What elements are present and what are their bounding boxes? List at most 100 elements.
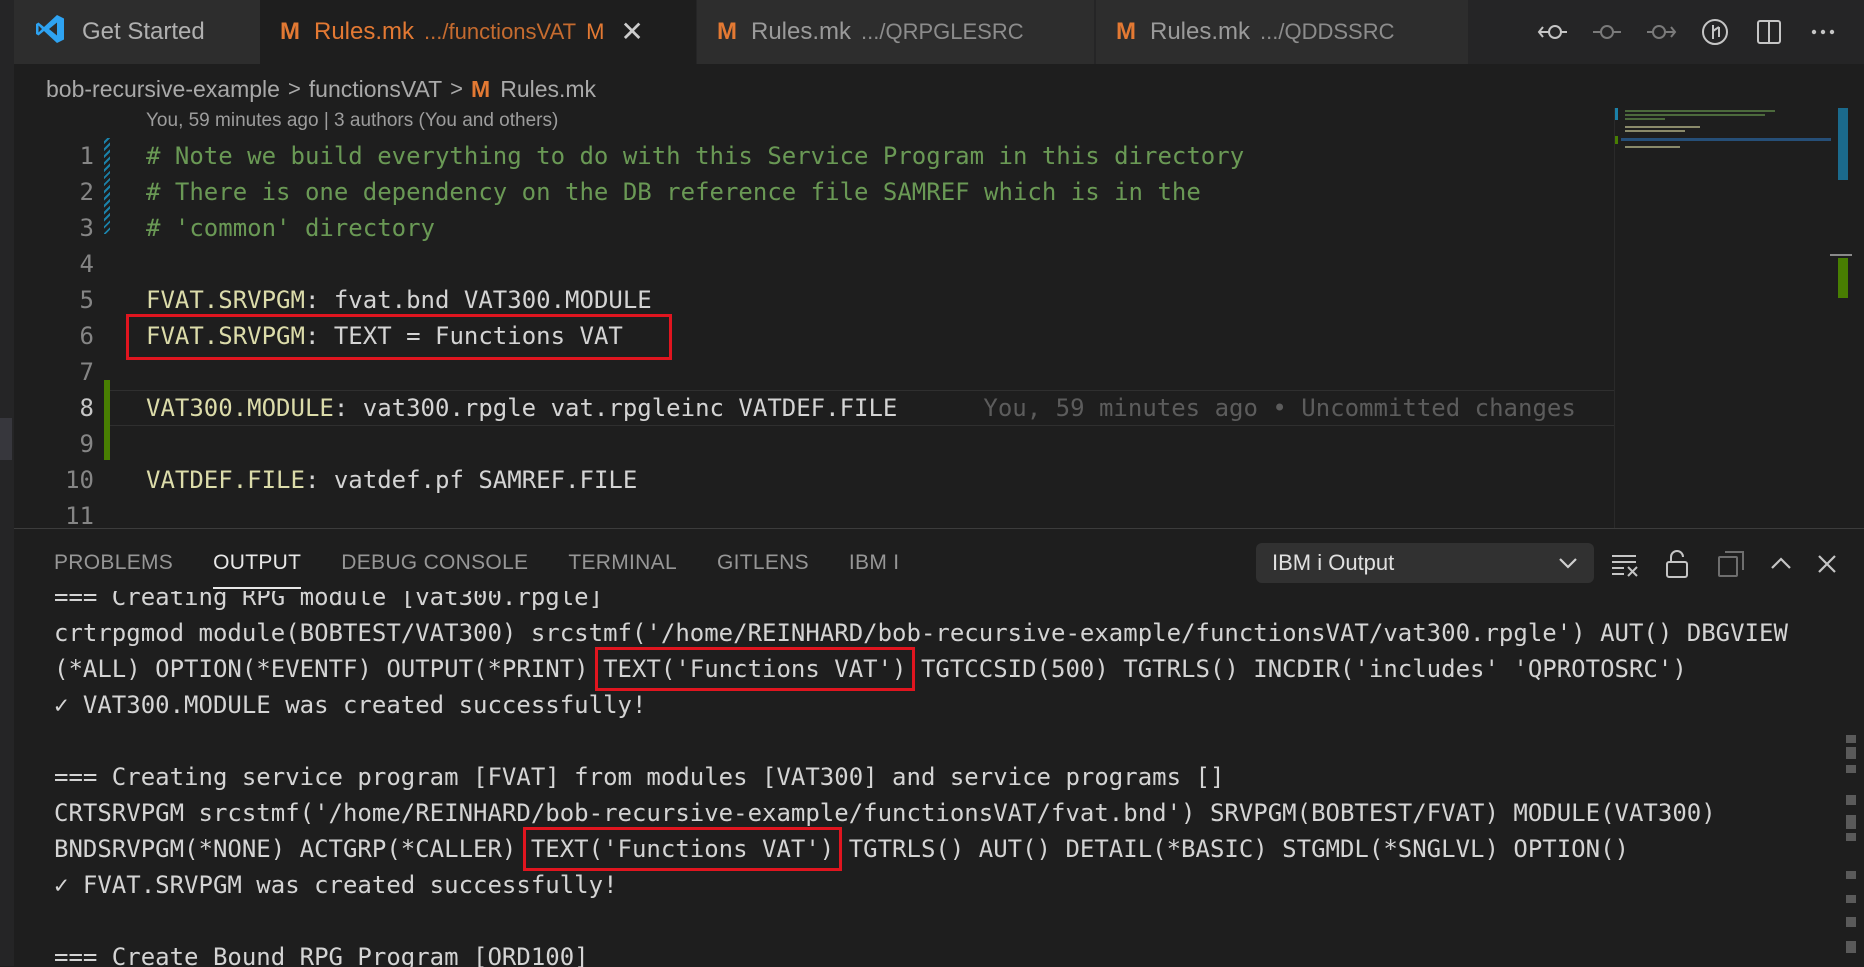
editor-actions <box>1536 0 1840 64</box>
codelens-blame[interactable]: You, 59 minutes ago | 3 authors (You and… <box>146 110 558 132</box>
chevron-right-icon: > <box>287 76 301 101</box>
tab-debug-console[interactable]: DEBUG CONSOLE <box>341 551 528 575</box>
tab-label: Rules.mk <box>751 18 852 45</box>
highlight-box <box>522 827 843 871</box>
output-line: === Create Bound RPG Program [ORD100] <box>54 943 589 967</box>
output-channel-select[interactable]: IBM i Output <box>1256 543 1594 583</box>
chevron-down-icon <box>1556 551 1580 581</box>
split-editor-icon[interactable] <box>1752 15 1786 49</box>
code-line[interactable]: 3 # 'common' directory <box>14 210 1614 246</box>
editor-tab-bar: Get Started M Rules.mk .../functionsVAT … <box>14 0 1864 64</box>
git-compare-icon[interactable] <box>1698 15 1732 49</box>
tab-label: Rules.mk <box>314 18 415 45</box>
inline-blame: You, 59 minutes ago • Uncommitted change… <box>983 394 1576 422</box>
code-line[interactable]: 9 <box>14 426 1614 462</box>
output-channel-value: IBM i Output <box>1272 550 1395 575</box>
makefile-icon: M <box>1116 18 1136 45</box>
vscode-logo-icon <box>34 13 66 52</box>
editor-scrollbar[interactable] <box>1830 108 1852 528</box>
output-line: crtrpgmod module(BOBTEST/VAT300) srcstmf… <box>54 619 1788 647</box>
code-editor[interactable]: 1 # Note we build everything to do with t… <box>14 138 1614 528</box>
code-token: VAT300.MODULE <box>146 394 334 422</box>
code-line[interactable]: 2 # There is one dependency on the DB ref… <box>14 174 1614 210</box>
minimap[interactable] <box>1614 108 1845 528</box>
activity-bar-indicator <box>0 418 12 460</box>
makefile-icon: M <box>471 75 491 102</box>
clear-output-icon[interactable] <box>1608 547 1642 581</box>
code-token: # 'common' directory <box>146 214 435 242</box>
line-content: # Note we build everything to do with th… <box>146 138 1244 174</box>
tab-output[interactable]: OUTPUT <box>213 551 302 589</box>
line-content: # There is one dependency on the DB refe… <box>146 174 1201 210</box>
tab-ibm-i[interactable]: IBM I <box>849 551 900 575</box>
tab-rules-functionsvat[interactable]: M Rules.mk .../functionsVAT M ✕ <box>260 0 696 64</box>
output-scrollbar[interactable] <box>1844 619 1858 953</box>
output-line: === Creating service program [FVAT] from… <box>54 763 1225 791</box>
line-number: 6 <box>79 322 94 350</box>
line-number: 11 <box>65 502 94 528</box>
output-line: === Creating RPG module [vat300.rpgle] <box>54 591 604 611</box>
close-icon[interactable]: ✕ <box>620 18 643 46</box>
breadcrumb-item-folder[interactable]: functionsVAT <box>309 76 442 103</box>
code-token: : vatdef.pf SAMREF.FILE <box>304 466 638 494</box>
code-token: # Note we build everything to do with th… <box>146 142 1245 170</box>
tab-label: Get Started <box>82 18 205 45</box>
line-number: 4 <box>79 250 94 278</box>
close-panel-icon[interactable] <box>1810 547 1844 581</box>
line-content: VAT300.MODULE: vat300.rpgle vat.rpgleinc… <box>146 390 1576 426</box>
tab-path: .../QRPGLESRC <box>861 19 1024 44</box>
code-line[interactable]: 4 <box>14 246 1614 282</box>
breadcrumb-item-root[interactable]: bob-recursive-example <box>46 76 280 103</box>
tab-path: .../QDDSSRC <box>1260 19 1395 44</box>
tab-rules-qddssrc[interactable]: M Rules.mk .../QDDSSRC <box>1096 0 1468 64</box>
line-number: 8 <box>79 394 94 422</box>
line-number: 3 <box>79 214 94 242</box>
highlight-box <box>126 314 672 360</box>
line-number: 2 <box>79 178 94 206</box>
tab-label: Rules.mk <box>1150 18 1251 45</box>
gutter-added-indicator[interactable] <box>104 380 110 460</box>
timeline-icon[interactable] <box>1590 15 1624 49</box>
breadcrumb-item-file[interactable]: Rules.mk <box>500 76 596 103</box>
tab-rules-qrpglesrc[interactable]: M Rules.mk .../QRPGLESRC <box>696 0 1094 64</box>
maximize-panel-icon[interactable] <box>1764 547 1798 581</box>
code-token: # There is one dependency on the DB refe… <box>146 178 1201 206</box>
code-token: VATDEF.FILE <box>146 466 305 494</box>
line-number: 9 <box>79 430 94 458</box>
makefile-icon: M <box>280 18 300 45</box>
line-number: 1 <box>79 142 94 170</box>
line-content: FVAT.SRVPGM: fvat.bnd VAT300.MODULE <box>146 282 652 318</box>
code-token: : vat300.rpgle vat.rpgleinc VATDEF.FILE <box>333 394 898 422</box>
code-line[interactable]: 11 <box>14 498 1614 528</box>
code-line[interactable]: 1 # Note we build everything to do with t… <box>14 138 1614 174</box>
makefile-icon: M <box>717 18 737 45</box>
tab-path: .../functionsVAT <box>424 19 577 44</box>
lock-scroll-icon[interactable] <box>1660 547 1694 581</box>
line-content: # 'common' directory <box>146 210 435 246</box>
activity-bar-edge <box>0 0 14 966</box>
tab-terminal[interactable]: TERMINAL <box>568 551 677 575</box>
output-line: ✓ VAT300.MODULE was created successfully… <box>54 691 647 719</box>
output-line: ✓ FVAT.SRVPGM was created successfully! <box>54 871 618 899</box>
tab-gitlens[interactable]: GITLENS <box>717 551 809 575</box>
line-content: VATDEF.FILE: vatdef.pf SAMREF.FILE <box>146 462 637 498</box>
open-in-editor-icon[interactable] <box>1714 547 1748 581</box>
output-log[interactable]: === Creating RPG module [vat300.rpgle] cr… <box>54 591 1844 967</box>
modified-indicator: M <box>586 19 605 44</box>
highlight-box <box>595 647 915 691</box>
code-line[interactable]: 10 VATDEF.FILE: vatdef.pf SAMREF.FILE <box>14 462 1614 498</box>
go-forward-icon[interactable] <box>1644 15 1678 49</box>
code-line[interactable]: 5 FVAT.SRVPGM: fvat.bnd VAT300.MODULE <box>14 282 1614 318</box>
chevron-right-icon: > <box>450 76 464 101</box>
code-token: : fvat.bnd VAT300.MODULE <box>304 286 652 314</box>
bottom-panel: PROBLEMS OUTPUT DEBUG CONSOLE TERMINAL G… <box>14 528 1864 967</box>
breadcrumb: bob-recursive-example > functionsVAT > M… <box>46 72 596 106</box>
line-number: 5 <box>79 286 94 314</box>
output-line: CRTSRVPGM srcstmf('/home/REINHARD/bob-re… <box>54 799 1716 827</box>
gutter-modified-indicator[interactable] <box>104 138 110 234</box>
more-icon[interactable] <box>1806 15 1840 49</box>
tab-problems[interactable]: PROBLEMS <box>54 551 173 575</box>
code-line[interactable]: 8 VAT300.MODULE: vat300.rpgle vat.rpglein… <box>14 390 1614 426</box>
tab-get-started[interactable]: Get Started <box>14 0 260 64</box>
go-back-icon[interactable] <box>1536 15 1570 49</box>
